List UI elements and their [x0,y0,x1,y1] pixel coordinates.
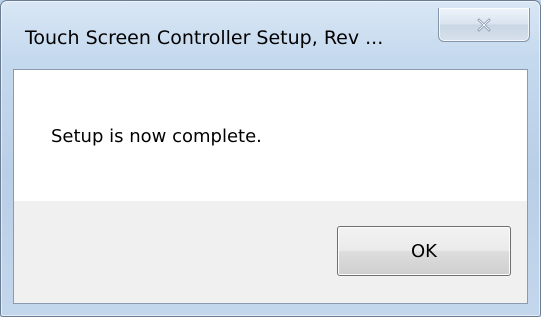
dialog-content: Setup is now complete. OK [13,69,528,304]
dialog-window: Touch Screen Controller Setup, Rev ... S… [0,0,541,317]
close-icon [476,17,492,32]
ok-button[interactable]: OK [337,226,511,276]
dialog-title: Touch Screen Controller Setup, Rev ... [25,27,384,49]
message-text: Setup is now complete. [51,126,262,147]
close-button[interactable] [438,8,530,42]
button-bar: OK [14,201,527,303]
